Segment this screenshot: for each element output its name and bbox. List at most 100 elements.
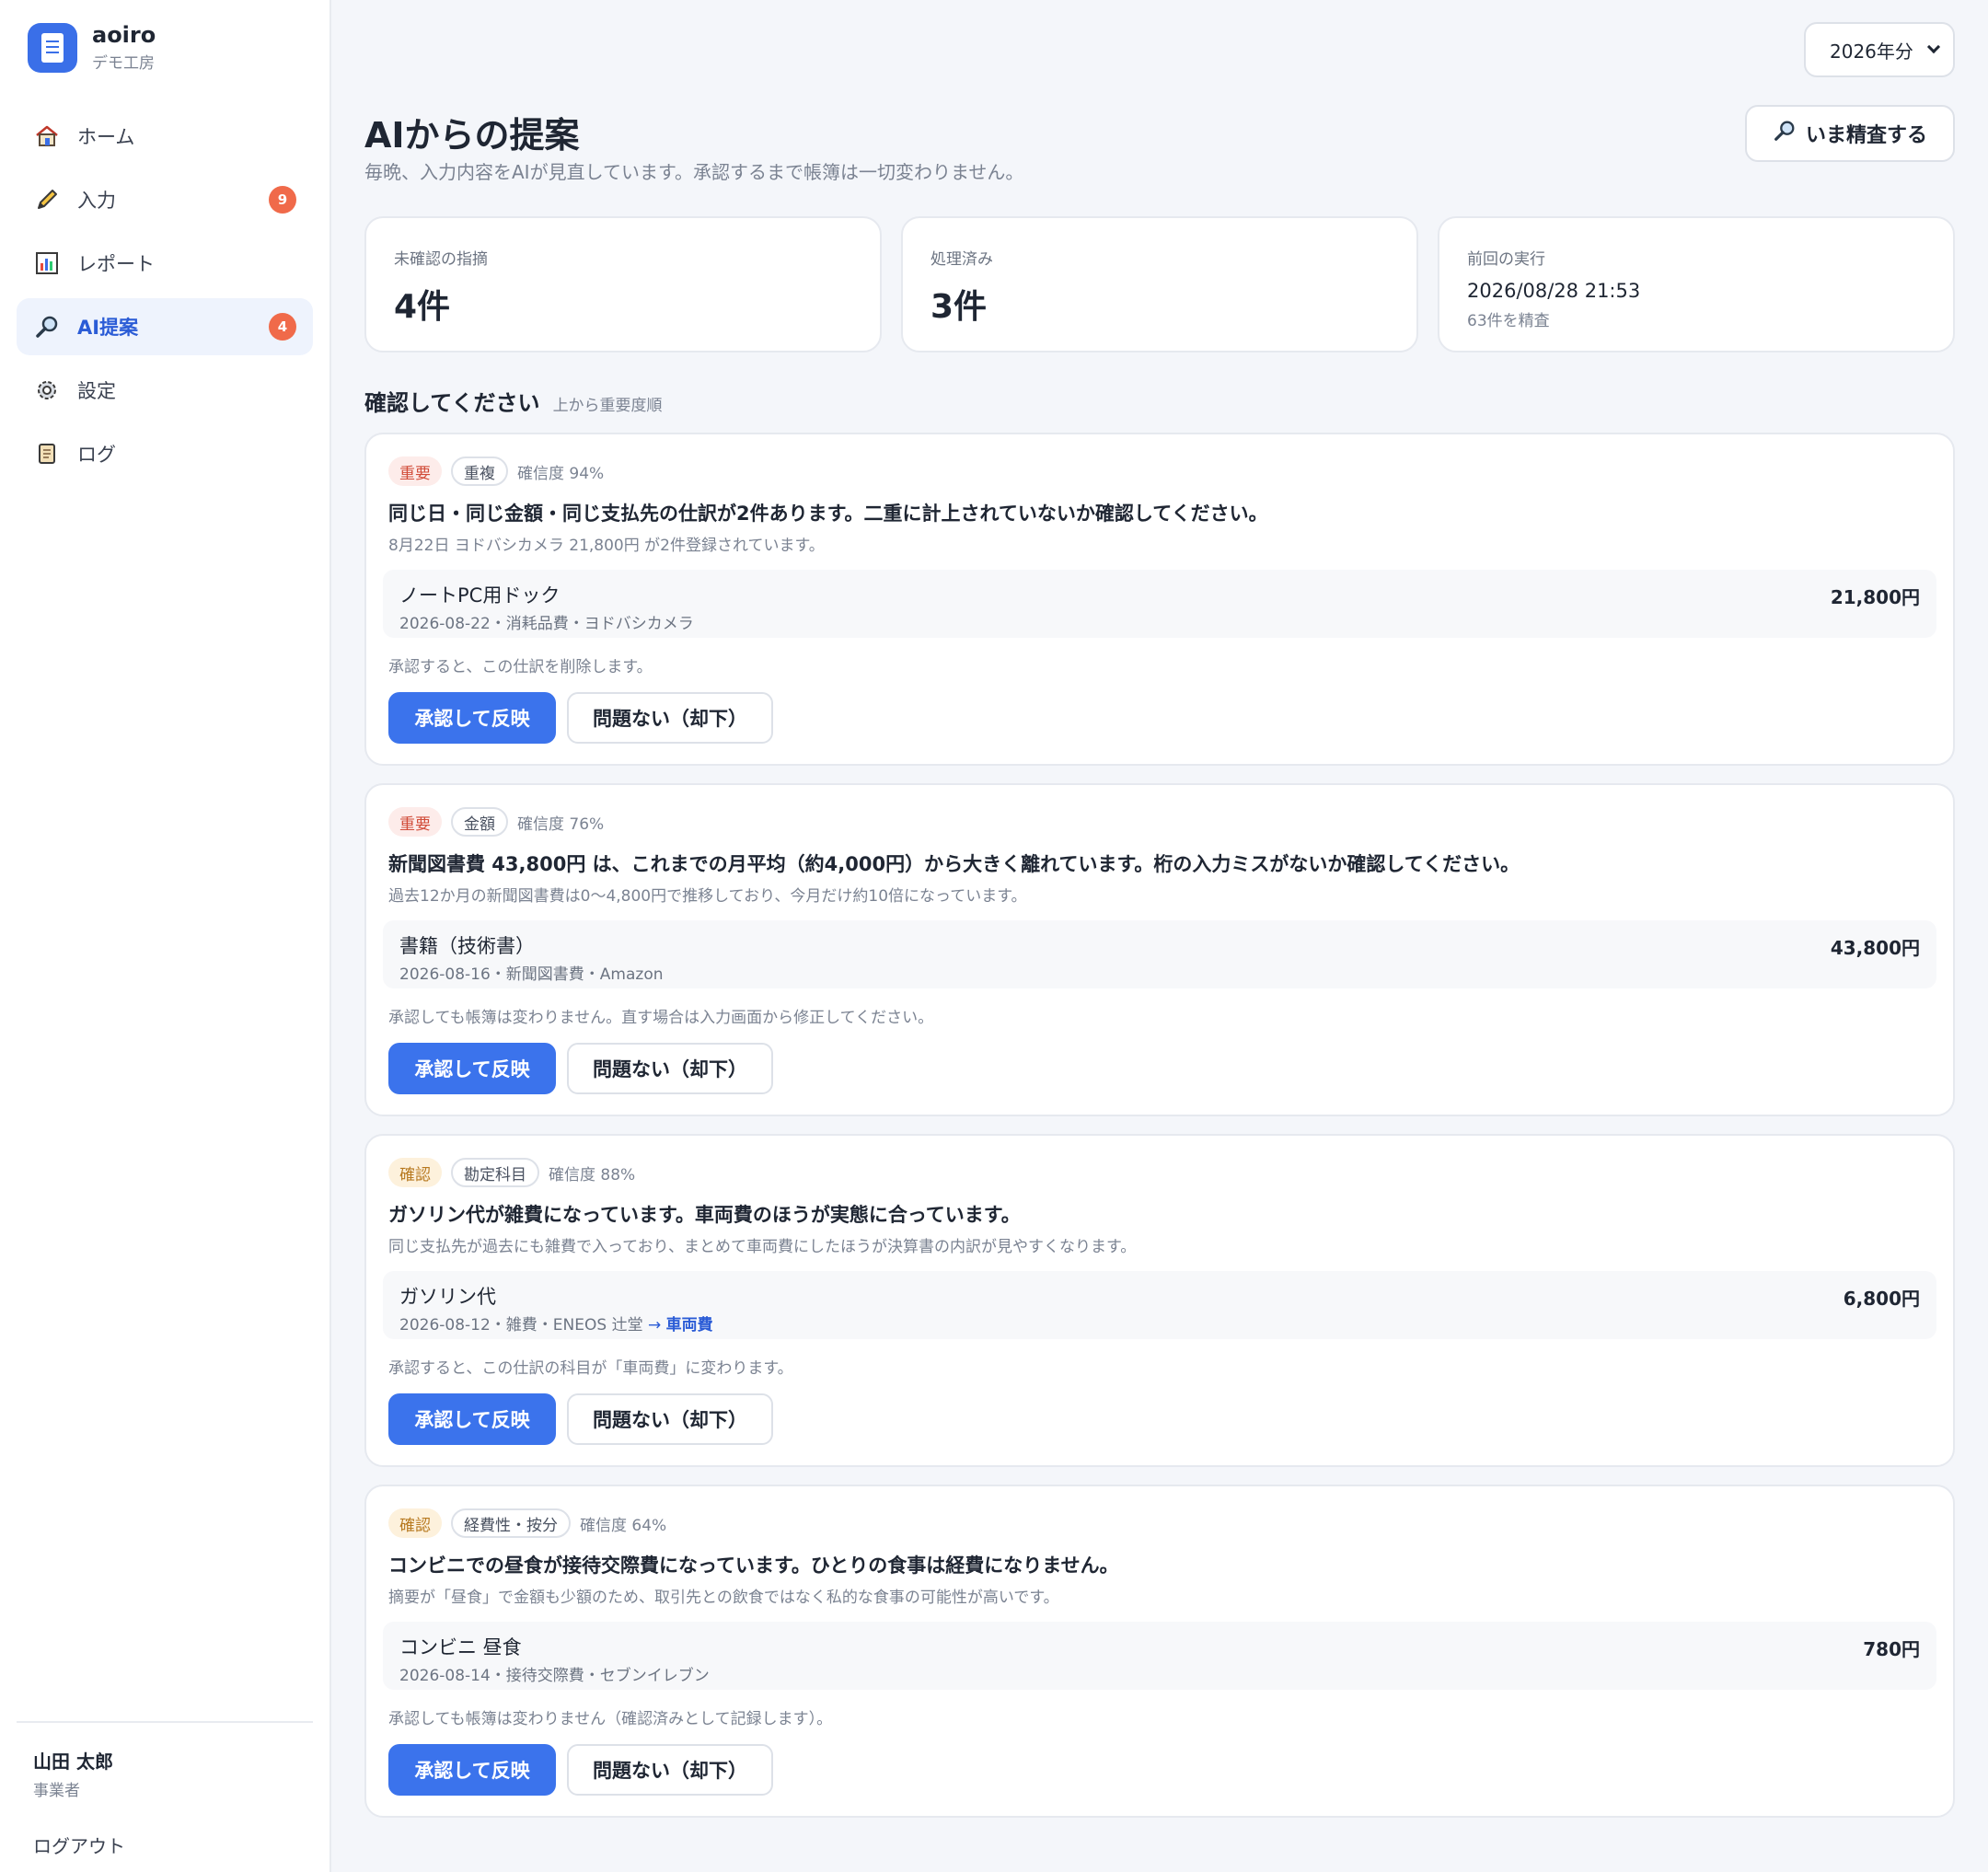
entry-meta: 2026-08-16・新聞図書費・Amazon [399,965,664,984]
confidence-label: 確信度 76% [517,815,605,834]
suggestion-description: 摘要が「昼食」で金額も少額のため、取引先との飲食ではなく私的な食事の可能性が高い… [388,1589,1059,1607]
severity-badge: 重要 [388,807,442,837]
dismiss-button[interactable]: 問題ない（却下） [567,1393,773,1445]
entry-name: ガソリン代 [399,1286,496,1308]
stat-value: 3件 [930,288,988,326]
sidebar-item-label: ログ [77,444,116,466]
sidebar-item-label: ホーム [77,126,135,148]
severity-badge: 重要 [388,456,442,486]
sidebar-item-label: 設定 [77,380,116,402]
entry-amount: 43,800円 [1830,937,1920,959]
dismiss-button[interactable]: 問題ない（却下） [567,692,773,744]
suggestion-card: 重要 重複 確信度 94% 同じ日・同じ金額・同じ支払先の仕訳が2件あります。二… [364,433,1955,766]
app-logo-icon [28,22,77,73]
sidebar-item-report[interactable]: レポート [17,235,313,292]
entry-amount: 21,800円 [1830,586,1920,608]
category-badge: 経費性・按分 [451,1508,571,1538]
suggestion-card: 確認 勘定科目 確信度 88% ガソリン代が雑費になっています。車両費のほうが実… [364,1134,1955,1467]
sidebar-item-label: レポート [77,253,155,275]
suggestion-card: 重要 金額 確信度 76% 新聞図書費 43,800円 は、これまでの月平均（約… [364,783,1955,1116]
gear-icon [33,376,61,404]
run-review-button[interactable]: いま精査する [1745,105,1955,162]
suggestion-description: 8月22日 ヨドバシカメラ 21,800円 が2件登録されています。 [388,537,825,555]
entry-name: ノートPC用ドック [399,584,561,607]
brand-name: aoiro [92,22,156,48]
page-subtitle: 毎晩、入力内容をAIが見直しています。承認するまで帳簿は一切変わりません。 [364,161,1024,183]
count-badge: 9 [269,186,296,214]
severity-badge: 確認 [388,1508,442,1538]
dismiss-button[interactable]: 問題ない（却下） [567,1043,773,1094]
stat-card-done: 処理済み 3件 [901,216,1418,352]
approve-button[interactable]: 承認して反映 [388,1043,556,1094]
stat-label: 未確認の指摘 [394,250,488,269]
journal-entry[interactable]: コンビニ 昼食 2026-08-14・接待交際費・セブンイレブン 780円 [383,1622,1936,1690]
year-select-value: 2026年分 [1830,40,1913,63]
dismiss-button[interactable]: 問題ない（却下） [567,1744,773,1796]
suggestion-effect: 承認すると、この仕訳の科目が「車両費」に変わります。 [388,1359,793,1378]
user-role: 事業者 [33,1782,80,1800]
approve-button[interactable]: 承認して反映 [388,1744,556,1796]
section-note: 上から重要度順 [552,397,663,415]
brand[interactable]: aoiro デモ工房 [28,22,156,73]
suggestion-effect: 承認しても帳簿は変わりません（確認済みとして記録します）。 [388,1710,833,1728]
entry-name: コンビニ 昼食 [399,1636,522,1658]
journal-entry[interactable]: 書籍（技術書） 2026-08-16・新聞図書費・Amazon 43,800円 [383,920,1936,988]
sidebar-item-log[interactable]: ログ [17,425,313,482]
entry-amount: 6,800円 [1843,1288,1920,1310]
category-badge: 重複 [451,456,508,486]
stat-value: 4件 [394,288,451,326]
category-badge: 勘定科目 [451,1158,539,1187]
sidebar-item-ai-suggestions[interactable]: AI提案 4 [17,298,313,355]
approve-button[interactable]: 承認して反映 [388,1393,556,1445]
sidebar: aoiro デモ工房 ホーム 入力 9 レポート AI提案 4 設定 ログ 山田… [0,0,331,1872]
entry-meta: 2026-08-14・接待交際費・セブンイレブン [399,1667,710,1685]
confidence-label: 確信度 88% [549,1165,636,1184]
entry-meta: 2026-08-12・雑費・ENEOS 辻堂 → 車両費 [399,1316,713,1335]
entry-amount: 780円 [1863,1638,1920,1660]
stat-note: 63件を精査 [1467,312,1550,330]
journal-entry[interactable]: ガソリン代 2026-08-12・雑費・ENEOS 辻堂 → 車両費 6,800… [383,1271,1936,1339]
sidebar-item-label: 入力 [77,190,116,212]
sidebar-nav: ホーム 入力 9 レポート AI提案 4 設定 ログ [17,108,313,489]
journal-entry[interactable]: ノートPC用ドック 2026-08-22・消耗品費・ヨドバシカメラ 21,800… [383,570,1936,638]
suggestion-card: 確認 経費性・按分 確信度 64% コンビニでの昼食が接待交際費になっています。… [364,1485,1955,1818]
chart-icon [33,249,61,277]
sidebar-item-label: AI提案 [77,317,139,339]
run-review-label: いま精査する [1805,124,1927,147]
sidebar-footer: 山田 太郎 事業者 ログアウト [17,1721,313,1858]
page-title: AIからの提案 [364,115,580,156]
sidebar-item-settings[interactable]: 設定 [17,362,313,419]
brand-sub: デモ工房 [92,54,155,73]
pencil-icon [33,186,61,214]
stat-card-last-run: 前回の実行 2026/08/28 21:53 63件を精査 [1438,216,1955,352]
new-account: 車両費 [665,1316,713,1335]
confidence-label: 確信度 94% [517,464,605,483]
suggestion-description: 同じ支払先が過去にも雑費で入っており、まとめて車両費にしたほうが決算書の内訳が見… [388,1238,1137,1256]
suggestion-title: コンビニでの昼食が接待交際費になっています。ひとりの食事は経費になりません。 [388,1554,1119,1577]
suggestion-title: 同じ日・同じ金額・同じ支払先の仕訳が2件あります。二重に計上されていないか確認し… [388,503,1268,525]
entry-meta: 2026-08-22・消耗品費・ヨドバシカメラ [399,615,694,633]
suggestion-title: ガソリン代が雑費になっています。車両費のほうが実態に合っています。 [388,1204,1021,1226]
suggestion-title: 新聞図書費 43,800円 は、これまでの月平均（約4,000円）から大きく離れ… [388,853,1520,875]
home-icon [33,122,61,150]
severity-badge: 確認 [388,1158,442,1187]
stat-value: 2026/08/28 21:53 [1467,280,1641,302]
approve-button[interactable]: 承認して反映 [388,692,556,744]
suggestion-effect: 承認すると、この仕訳を削除します。 [388,658,653,676]
logout-link[interactable]: ログアウト [33,1832,125,1858]
count-badge: 4 [269,313,296,341]
sidebar-item-home[interactable]: ホーム [17,108,313,165]
arrow-right-icon: → [647,1316,662,1335]
section-heading: 確認してください 上から重要度順 [364,385,663,417]
scroll-icon [33,440,61,468]
section-title: 確認してください [364,390,540,416]
stat-label: 前回の実行 [1467,250,1545,269]
suggestion-effect: 承認しても帳簿は変わりません。直す場合は入力画面から修正してください。 [388,1009,934,1027]
stat-card-pending: 未確認の指摘 4件 [364,216,882,352]
confidence-label: 確信度 64% [580,1516,667,1535]
sidebar-item-input[interactable]: 入力 9 [17,171,313,228]
user-name: 山田 太郎 [33,1751,113,1773]
chevron-down-icon [1926,40,1941,54]
year-select[interactable]: 2026年分 [1804,22,1955,77]
suggestion-description: 過去12か月の新聞図書費は0〜4,800円で推移しており、今月だけ約10倍になっ… [388,887,1027,906]
